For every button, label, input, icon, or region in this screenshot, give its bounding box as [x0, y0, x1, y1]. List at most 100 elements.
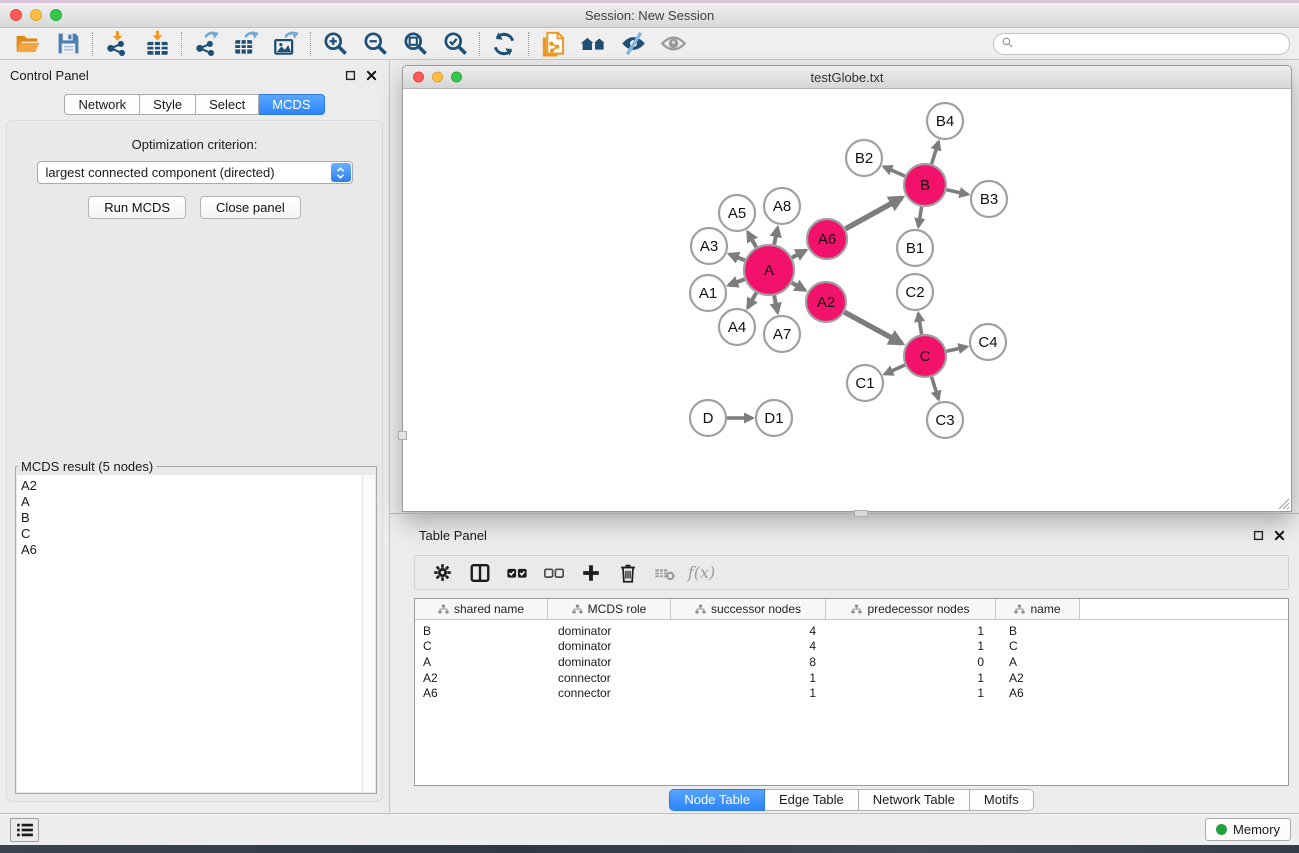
graph-node-A8[interactable]: A8	[764, 188, 800, 224]
close-window-button[interactable]	[10, 9, 22, 21]
delete-column-icon[interactable]	[609, 558, 646, 588]
table-row[interactable]: A2connector11A2	[415, 670, 1288, 686]
result-item[interactable]: A2	[17, 478, 362, 494]
graph-node-A[interactable]: A	[744, 245, 794, 295]
edge-A-A8[interactable]	[774, 228, 777, 245]
close-table-panel-icon[interactable]	[1274, 530, 1285, 541]
edge-B-B2[interactable]	[884, 167, 905, 176]
graph-node-C2[interactable]: C2	[897, 274, 933, 310]
horizontal-splitter[interactable]	[390, 513, 1299, 514]
edge-A-A6[interactable]	[792, 250, 806, 257]
panel-splitter-handle[interactable]	[398, 431, 407, 440]
column-header-predecessor-nodes[interactable]: predecessor nodes	[826, 599, 996, 619]
graph-node-C3[interactable]: C3	[927, 402, 963, 438]
show-details-eye-icon[interactable]	[653, 29, 693, 59]
float-panel-icon[interactable]	[345, 70, 356, 81]
graph-node-A2[interactable]: A2	[806, 282, 846, 322]
run-mcds-button[interactable]: Run MCDS	[88, 196, 186, 219]
result-scrollbar[interactable]	[362, 475, 375, 792]
tab-network-table[interactable]: Network Table	[859, 789, 970, 811]
delete-table-icon[interactable]	[646, 558, 683, 588]
close-network-button[interactable]	[413, 72, 424, 83]
tab-mcds[interactable]: MCDS	[259, 94, 324, 115]
select-all-icon[interactable]	[498, 558, 535, 588]
tab-style[interactable]: Style	[140, 94, 196, 115]
column-header-shared-name[interactable]: shared name	[415, 599, 548, 619]
table-row[interactable]: Cdominator41C	[415, 639, 1288, 655]
tab-motifs[interactable]: Motifs	[970, 789, 1034, 811]
export-image-icon[interactable]	[266, 29, 306, 59]
network-canvas[interactable]: AA1A2A3A4A5A6A7A8BB1B2B3B4CC1C2C3C4DD1	[403, 89, 1291, 510]
tab-node-table[interactable]: Node Table	[669, 789, 765, 811]
edge-A-A2[interactable]	[792, 283, 805, 291]
zoom-window-button[interactable]	[50, 9, 62, 21]
column-header-name[interactable]: name	[996, 599, 1080, 619]
graph-node-A7[interactable]: A7	[764, 316, 800, 352]
table-row[interactable]: Adominator80A	[415, 654, 1288, 670]
first-neighbors-icon[interactable]	[573, 29, 613, 59]
deselect-all-icon[interactable]	[535, 558, 572, 588]
export-network-icon[interactable]	[186, 29, 226, 59]
task-history-button[interactable]	[10, 818, 39, 842]
graph-node-A5[interactable]: A5	[719, 195, 755, 231]
apply-layout-icon[interactable]	[484, 29, 524, 59]
graph-node-B[interactable]: B	[904, 164, 946, 206]
minimize-window-button[interactable]	[30, 9, 42, 21]
edge-A-A4[interactable]	[748, 293, 757, 308]
split-view-icon[interactable]	[461, 558, 498, 588]
graph-node-C1[interactable]: C1	[847, 365, 883, 401]
edge-A2-C[interactable]	[844, 312, 901, 343]
zoom-network-button[interactable]	[451, 72, 462, 83]
result-item[interactable]: A6	[17, 542, 362, 558]
resize-grip-icon[interactable]	[1276, 496, 1290, 510]
zoom-selected-icon[interactable]	[435, 29, 475, 59]
result-item[interactable]: C	[17, 526, 362, 542]
import-table-icon[interactable]	[137, 29, 177, 59]
float-table-panel-icon[interactable]	[1253, 530, 1264, 541]
result-item[interactable]: A	[17, 494, 362, 510]
graph-node-B2[interactable]: B2	[846, 140, 882, 176]
column-header-successor-nodes[interactable]: successor nodes	[671, 599, 826, 619]
edge-C-C1[interactable]	[885, 365, 905, 374]
network-file-icon[interactable]	[533, 29, 573, 59]
graph-node-A6[interactable]: A6	[807, 219, 847, 259]
memory-button[interactable]: Memory	[1205, 818, 1291, 841]
save-icon[interactable]	[48, 29, 88, 59]
graph-node-B1[interactable]: B1	[897, 230, 933, 266]
edge-A-A3[interactable]	[729, 254, 745, 260]
zoom-in-icon[interactable]	[315, 29, 355, 59]
network-canvas-area[interactable]: AA1A2A3A4A5A6A7A8BB1B2B3B4CC1C2C3C4DD1	[403, 89, 1291, 511]
graph-node-D[interactable]: D	[690, 400, 726, 436]
add-column-icon[interactable]	[572, 558, 609, 588]
edge-A-A1[interactable]	[729, 279, 745, 285]
zoom-out-icon[interactable]	[355, 29, 395, 59]
graph-node-B4[interactable]: B4	[927, 103, 963, 139]
function-builder-icon[interactable]: f(x)	[683, 558, 720, 588]
export-table-icon[interactable]	[226, 29, 266, 59]
edge-A-A5[interactable]	[748, 232, 757, 247]
open-folder-icon[interactable]	[8, 29, 48, 59]
hide-details-eye-icon[interactable]	[613, 29, 653, 59]
edge-C-C4[interactable]	[947, 347, 967, 352]
tab-select[interactable]: Select	[196, 94, 259, 115]
zoom-fit-icon[interactable]	[395, 29, 435, 59]
edge-B-B4[interactable]	[932, 142, 939, 164]
close-panel-button[interactable]: Close panel	[200, 196, 301, 219]
edge-C-C3[interactable]	[932, 377, 939, 399]
import-network-icon[interactable]	[97, 29, 137, 59]
column-header-mcds-role[interactable]: MCDS role	[548, 599, 671, 619]
graph-node-B3[interactable]: B3	[971, 181, 1007, 217]
edge-B-B3[interactable]	[947, 190, 968, 195]
graph-node-D1[interactable]: D1	[756, 400, 792, 436]
close-panel-icon[interactable]	[366, 70, 377, 81]
gear-icon[interactable]	[424, 558, 461, 588]
criterion-select[interactable]: largest connected component (directed)	[37, 161, 353, 184]
graph-node-C4[interactable]: C4	[970, 324, 1006, 360]
graph-node-A3[interactable]: A3	[691, 228, 727, 264]
search-input[interactable]	[1018, 35, 1289, 53]
search-box[interactable]	[993, 33, 1290, 55]
graph-node-A1[interactable]: A1	[690, 275, 726, 311]
edge-C-C2[interactable]	[918, 313, 921, 334]
table-row[interactable]: A6connector11A6	[415, 685, 1288, 701]
result-item[interactable]: B	[17, 510, 362, 526]
